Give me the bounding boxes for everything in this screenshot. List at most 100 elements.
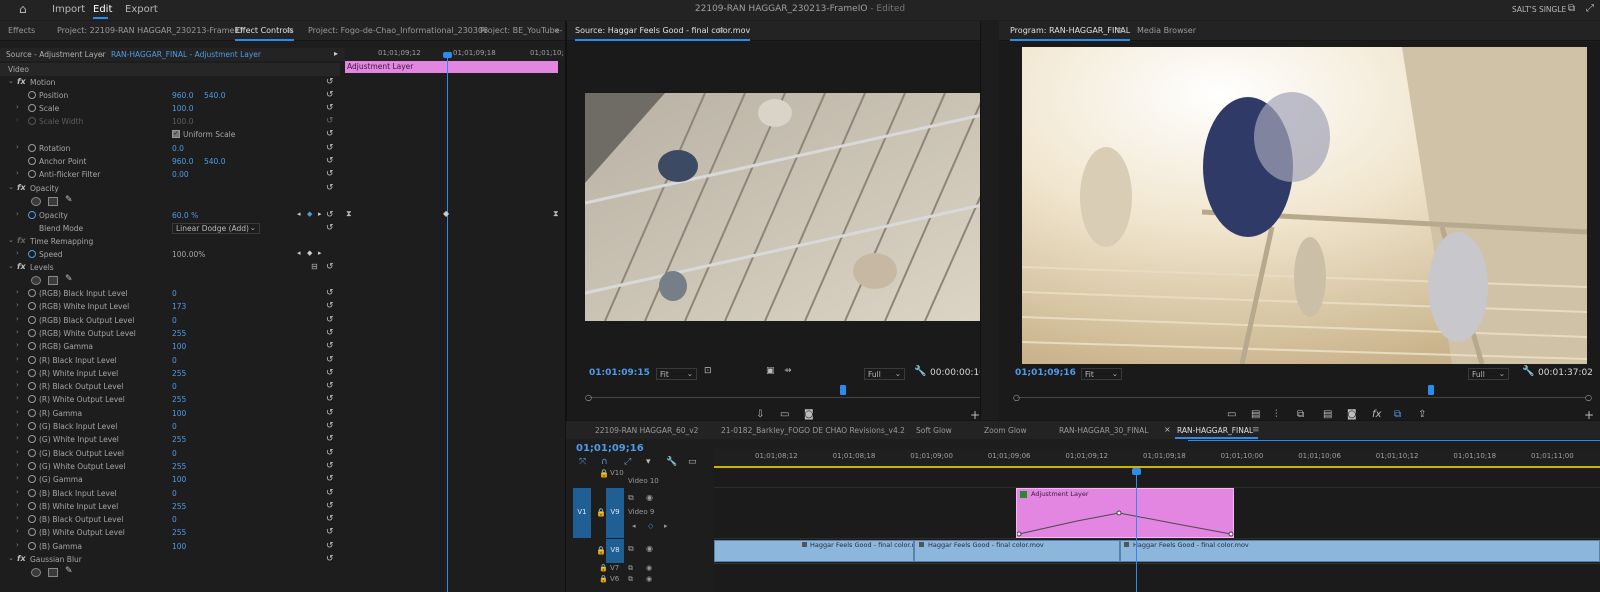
reset-icon[interactable]: ↺ bbox=[326, 434, 334, 444]
video-clip[interactable]: Haggar Feels Good - final color.mov bbox=[714, 540, 914, 562]
program-timecode[interactable]: 01;01;09;16 bbox=[1015, 368, 1076, 378]
source-video-frame[interactable] bbox=[585, 93, 991, 321]
next-keyframe-icon[interactable]: ▸ bbox=[318, 249, 322, 257]
ec-levels-row-value[interactable]: 255 bbox=[172, 462, 186, 471]
linked-selection-icon[interactable]: ∩ bbox=[601, 457, 608, 467]
expand-chevron-icon[interactable]: › bbox=[16, 474, 19, 482]
tab-media-browser[interactable]: Media Browser bbox=[1137, 26, 1196, 35]
stopwatch-icon[interactable] bbox=[28, 515, 36, 524]
lock-icon[interactable]: 🔒 bbox=[599, 469, 609, 478]
stopwatch-icon[interactable] bbox=[28, 355, 36, 364]
reset-icon[interactable]: ↺ bbox=[326, 328, 334, 338]
ec-levels-row-value[interactable]: 100 bbox=[172, 475, 186, 484]
stopwatch-icon[interactable] bbox=[28, 435, 36, 444]
expand-chevron-icon[interactable]: › bbox=[16, 301, 19, 309]
expand-chevron-icon[interactable]: ⌄ bbox=[8, 262, 14, 270]
source-playhead[interactable] bbox=[840, 385, 846, 395]
lock-icon[interactable]: 🔒 bbox=[599, 564, 608, 572]
tab-project-ran-haggar[interactable]: Project: 22109-RAN HAGGAR_230213-FrameIO bbox=[57, 26, 243, 35]
opacity-rubberband[interactable] bbox=[1017, 489, 1235, 539]
workspace-label[interactable]: SALT'S SINGLE bbox=[1512, 5, 1566, 14]
source-fit-select[interactable]: Fit ⌄ bbox=[656, 368, 697, 380]
ec-levels-row-value[interactable]: 0 bbox=[172, 422, 177, 431]
ec-position-x[interactable]: 960.0 bbox=[172, 91, 193, 100]
stopwatch-icon[interactable] bbox=[28, 488, 36, 497]
stopwatch-icon[interactable] bbox=[28, 475, 36, 484]
ec-position-y[interactable]: 540.0 bbox=[204, 91, 225, 100]
tab-sequence-zoom-glow[interactable]: Zoom Glow bbox=[984, 426, 1027, 435]
ec-clip-bar[interactable]: Adjustment Layer bbox=[345, 61, 558, 73]
wrench-icon[interactable]: 🔧 bbox=[1522, 366, 1534, 377]
pen-mask-icon[interactable]: ✎ bbox=[65, 195, 73, 205]
eye-icon[interactable]: ◉ bbox=[646, 575, 652, 583]
stopwatch-icon[interactable] bbox=[28, 422, 36, 430]
ec-levels-row-value[interactable]: 100 bbox=[172, 542, 186, 551]
expand-chevron-icon[interactable]: › bbox=[16, 368, 19, 376]
add-keyframe-icon[interactable]: ◇ bbox=[648, 522, 653, 530]
source-in-marker-icon[interactable]: ○ bbox=[585, 393, 592, 402]
compare-icon[interactable]: ⫶ bbox=[1275, 409, 1278, 420]
expand-chevron-icon[interactable]: ⌄ bbox=[8, 77, 14, 85]
ec-playhead-handle[interactable] bbox=[443, 52, 452, 58]
captions-icon[interactable]: ▤ bbox=[1323, 409, 1332, 420]
fx-badge-icon[interactable]: fx bbox=[17, 236, 26, 245]
proxy-toggle-icon[interactable]: ⧉ bbox=[1394, 409, 1401, 420]
fx-toggle-icon[interactable]: fx bbox=[1372, 409, 1381, 420]
source-settings-icon[interactable]: ⊡ bbox=[704, 366, 712, 376]
overwrite-icon[interactable]: ▭ bbox=[780, 409, 789, 420]
ec-levels-row-value[interactable]: 0 bbox=[172, 382, 177, 391]
prev-keyframe-icon[interactable]: ◂ bbox=[297, 210, 301, 218]
insert-icon[interactable]: ⇩ bbox=[756, 409, 764, 420]
ec-sequence-label[interactable]: RAN-HAGGAR_FINAL - Adjustment Layer bbox=[111, 50, 261, 59]
source-quality-select[interactable]: Full ⌄ bbox=[864, 368, 905, 380]
reset-icon[interactable]: ↺ bbox=[326, 554, 334, 564]
stopwatch-icon[interactable] bbox=[28, 144, 36, 152]
quick-export-icon[interactable]: ⧉ bbox=[1568, 3, 1575, 14]
reset-icon[interactable]: ↺ bbox=[326, 301, 334, 311]
expand-chevron-icon[interactable]: ⌄ bbox=[8, 236, 14, 244]
tab-program-monitor[interactable]: Program: RAN-HAGGAR_FINAL bbox=[1010, 26, 1131, 41]
ec-levels-row-value[interactable]: 0 bbox=[172, 289, 177, 298]
ec-levels-row-value[interactable]: 255 bbox=[172, 435, 186, 444]
stopwatch-icon[interactable] bbox=[28, 368, 36, 377]
expand-chevron-icon[interactable]: › bbox=[16, 315, 19, 323]
expand-chevron-icon[interactable]: › bbox=[16, 341, 19, 349]
ec-levels-row-value[interactable]: 255 bbox=[172, 395, 186, 404]
stopwatch-icon[interactable] bbox=[28, 342, 36, 351]
rectangle-mask-icon[interactable] bbox=[48, 276, 58, 285]
lift-icon[interactable]: ▤ bbox=[1251, 409, 1260, 420]
ec-playhead[interactable] bbox=[447, 52, 448, 592]
work-area-bar[interactable] bbox=[714, 466, 1600, 468]
expand-chevron-icon[interactable]: › bbox=[16, 210, 19, 218]
reset-icon[interactable]: ↺ bbox=[326, 355, 334, 365]
lock-icon[interactable]: 🔒 bbox=[599, 575, 608, 583]
safe-margins-icon[interactable]: ▭ bbox=[1227, 409, 1236, 420]
reset-icon[interactable]: ↺ bbox=[326, 541, 334, 551]
ec-source-label[interactable]: Source - Adjustment Layer bbox=[6, 50, 106, 59]
expand-chevron-icon[interactable]: › bbox=[16, 355, 19, 363]
expand-chevron-icon[interactable]: › bbox=[16, 143, 19, 151]
stopwatch-icon[interactable] bbox=[28, 528, 36, 537]
reset-icon[interactable]: ↺ bbox=[326, 527, 334, 537]
lock-icon[interactable]: 🔒 bbox=[596, 546, 606, 555]
tab-sequence-soft-glow[interactable]: Soft Glow bbox=[916, 426, 952, 435]
panel-menu-icon[interactable]: ≡ bbox=[1116, 26, 1124, 36]
sync-lock-icon[interactable]: ⧉ bbox=[628, 544, 634, 554]
stopwatch-icon[interactable] bbox=[28, 91, 36, 99]
reset-icon[interactable]: ↺ bbox=[326, 341, 334, 351]
tab-project-be-youtube[interactable]: Project: BE_YouTube- bbox=[480, 26, 563, 35]
ec-antiflicker-value[interactable]: 0.00 bbox=[172, 170, 189, 179]
track-v7-label[interactable]: V7 bbox=[610, 564, 619, 572]
ec-motion-header[interactable]: ⌄ fx Motion ↺ bbox=[0, 76, 340, 89]
adjustment-layer-clip[interactable]: Adjustment Layer bbox=[1016, 488, 1234, 538]
reset-icon[interactable]: ↺ bbox=[326, 90, 334, 100]
program-out-marker-icon[interactable]: ○ bbox=[1585, 393, 1592, 402]
expand-chevron-icon[interactable]: › bbox=[16, 394, 19, 402]
ec-levels-row-value[interactable]: 255 bbox=[172, 369, 186, 378]
expand-chevron-icon[interactable]: › bbox=[16, 527, 19, 535]
program-video-frame[interactable] bbox=[1022, 47, 1587, 364]
expand-chevron-icon[interactable]: › bbox=[16, 328, 19, 336]
ellipse-mask-icon[interactable] bbox=[31, 568, 41, 577]
ec-levels-row-value[interactable]: 0 bbox=[172, 489, 177, 498]
pen-mask-icon[interactable]: ✎ bbox=[65, 274, 73, 284]
